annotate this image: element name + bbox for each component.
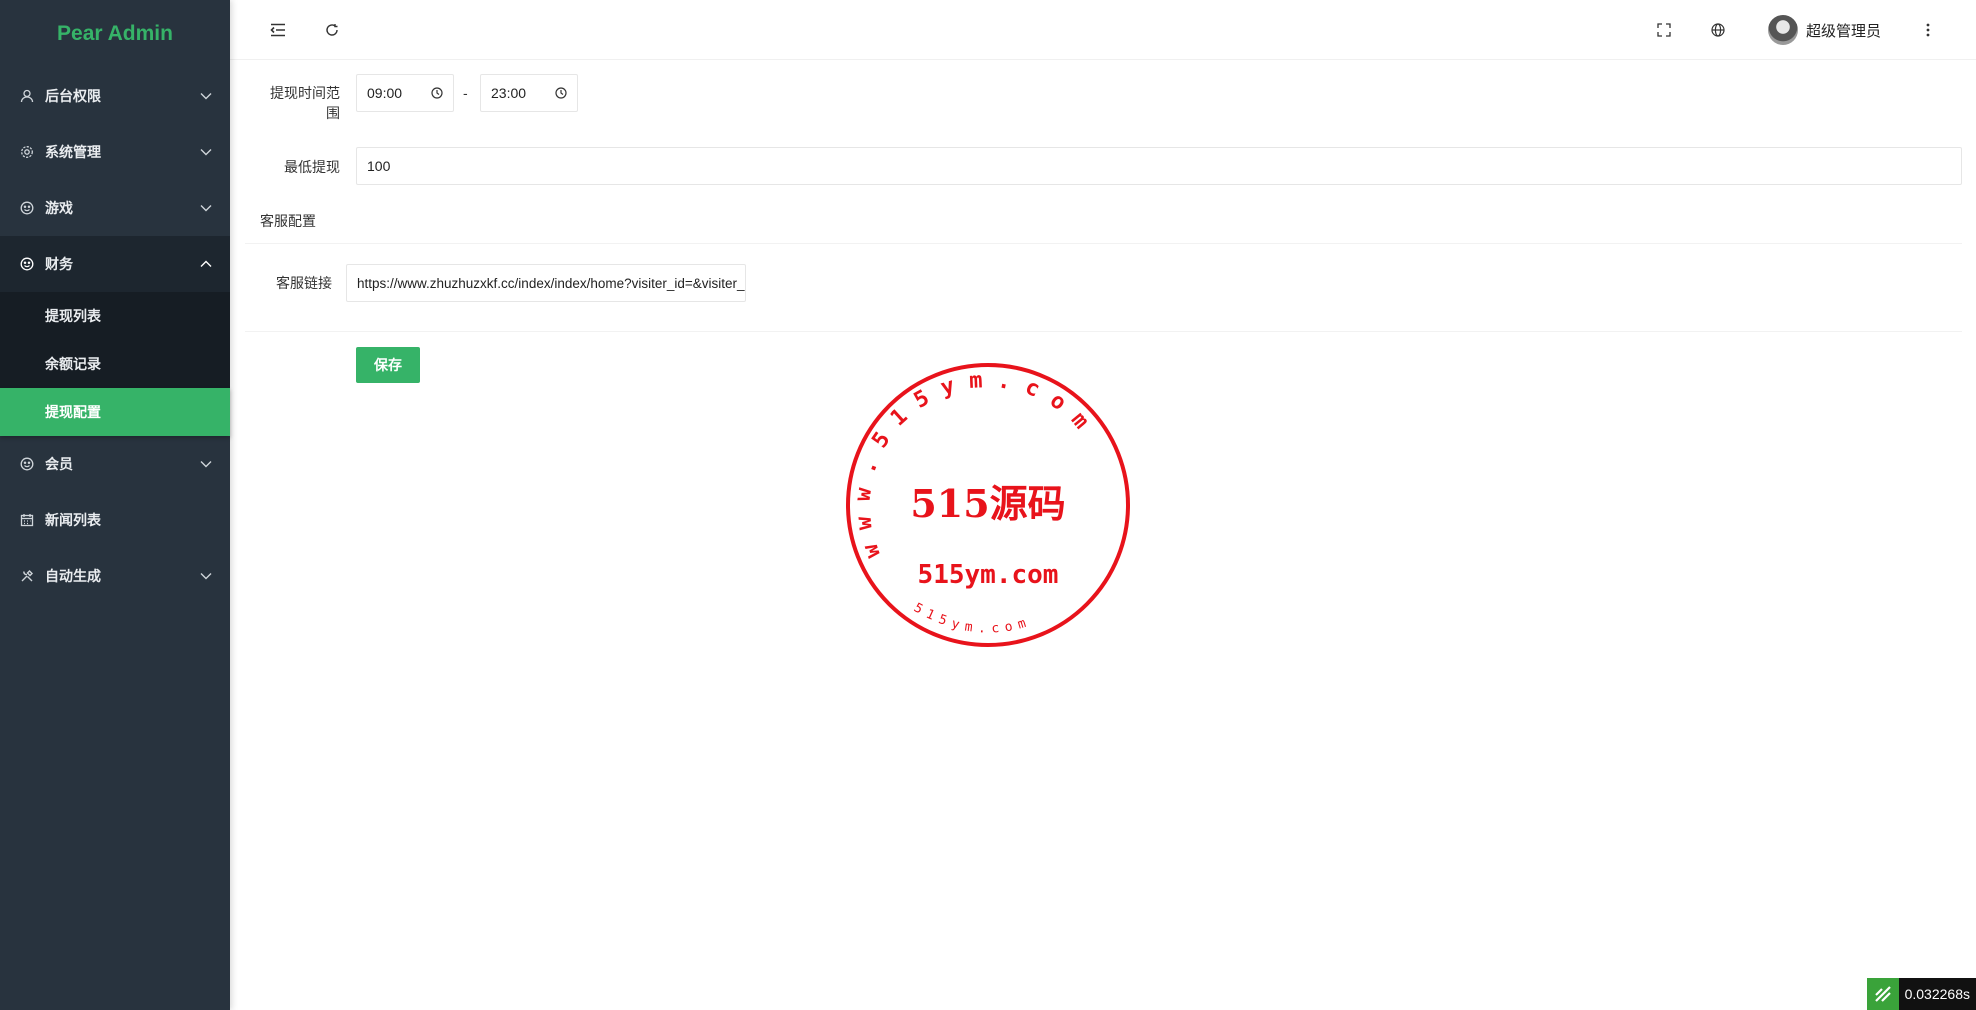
fullscreen-icon[interactable] bbox=[1652, 18, 1676, 42]
clock-icon bbox=[555, 87, 567, 99]
sidebar-item-label: 系统管理 bbox=[45, 144, 101, 160]
sidebar-item-system[interactable]: 系统管理 bbox=[0, 124, 230, 180]
leaf-icon bbox=[1866, 978, 1899, 1010]
section-divider-bottom bbox=[245, 331, 1962, 332]
smile-icon bbox=[19, 200, 35, 216]
timer-value: 0.032268s bbox=[1898, 978, 1976, 1010]
watermark-stamp: www.515ym.com 515源码 515ym.com 515ym.com bbox=[846, 363, 1130, 647]
min-withdraw-input[interactable]: 100 bbox=[356, 147, 1962, 185]
sidebar: Pear Admin 后台权限 系统管理 游戏 财务 提现列表 余额记录 提现配… bbox=[0, 0, 230, 1010]
more-vertical-icon[interactable] bbox=[1916, 18, 1940, 42]
sidebar-item-permissions[interactable]: 后台权限 bbox=[0, 68, 230, 124]
smile-icon bbox=[19, 256, 35, 272]
gear-icon bbox=[19, 144, 35, 160]
sidebar-item-label: 自动生成 bbox=[45, 568, 101, 584]
chevron-down-icon bbox=[200, 570, 212, 582]
chevron-up-icon bbox=[200, 258, 212, 270]
top-header: 超级管理员 bbox=[230, 0, 1976, 60]
chevron-down-icon bbox=[200, 202, 212, 214]
tools-icon bbox=[19, 568, 35, 584]
avatar bbox=[1768, 15, 1798, 45]
refresh-icon[interactable] bbox=[320, 18, 344, 42]
end-time-value: 23:00 bbox=[491, 85, 527, 101]
time-range-label: 提现时间范围 bbox=[270, 85, 340, 121]
sidebar-item-balance-records[interactable]: 余额记录 bbox=[0, 340, 230, 388]
chevron-down-icon bbox=[200, 90, 212, 102]
service-link-input[interactable]: https://www.zhuzhuzxkf.cc/index/index/ho… bbox=[346, 264, 746, 302]
chevron-down-icon bbox=[200, 146, 212, 158]
sidebar-item-label: 新闻列表 bbox=[45, 512, 101, 528]
section-title: 客服配置 bbox=[260, 213, 316, 229]
start-time-value: 09:00 bbox=[367, 85, 403, 101]
watermark-domain-text: 515ym.com bbox=[918, 560, 1059, 590]
smile-icon bbox=[19, 456, 35, 472]
sidebar-item-label: 财务 bbox=[45, 256, 73, 272]
section-divider-top bbox=[245, 243, 1962, 244]
watermark-ring-text: www.515ym.com bbox=[850, 368, 1102, 561]
time-separator: - bbox=[463, 85, 468, 101]
calendar-icon bbox=[19, 512, 35, 528]
sidebar-item-label: 游戏 bbox=[45, 200, 73, 216]
end-time-input[interactable]: 23:00 bbox=[480, 74, 578, 112]
user-name: 超级管理员 bbox=[1806, 22, 1882, 40]
start-time-input[interactable]: 09:00 bbox=[356, 74, 454, 112]
sidebar-item-game[interactable]: 游戏 bbox=[0, 180, 230, 236]
user-icon bbox=[19, 88, 35, 104]
menu-fold-icon[interactable] bbox=[266, 18, 290, 42]
finance-submenu: 提现列表 余额记录 提现配置 bbox=[0, 292, 230, 436]
sidebar-item-autogen[interactable]: 自动生成 bbox=[0, 548, 230, 604]
sidebar-item-finance[interactable]: 财务 bbox=[0, 236, 230, 292]
chevron-down-icon bbox=[200, 458, 212, 470]
min-withdraw-label: 最低提现 bbox=[284, 159, 340, 175]
sidebar-item-withdraw-config[interactable]: 提现配置 bbox=[0, 388, 230, 436]
clock-icon bbox=[431, 87, 443, 99]
service-link-label: 客服链接 bbox=[276, 275, 332, 291]
sidebar-item-label: 会员 bbox=[45, 456, 73, 472]
sidebar-item-withdraw-list[interactable]: 提现列表 bbox=[0, 292, 230, 340]
sidebar-item-members[interactable]: 会员 bbox=[0, 436, 230, 492]
debug-timer[interactable]: 0.032268s bbox=[1866, 978, 1976, 1010]
sidebar-item-news[interactable]: 新闻列表 bbox=[0, 492, 230, 548]
user-menu[interactable]: 超级管理员 bbox=[1768, 14, 1881, 46]
sidebar-item-label: 后台权限 bbox=[45, 88, 101, 104]
watermark-main-text: 515源码 bbox=[910, 481, 1065, 526]
app-logo[interactable]: Pear Admin bbox=[0, 0, 230, 68]
save-button[interactable]: 保存 bbox=[356, 347, 420, 383]
globe-icon[interactable] bbox=[1706, 18, 1730, 42]
